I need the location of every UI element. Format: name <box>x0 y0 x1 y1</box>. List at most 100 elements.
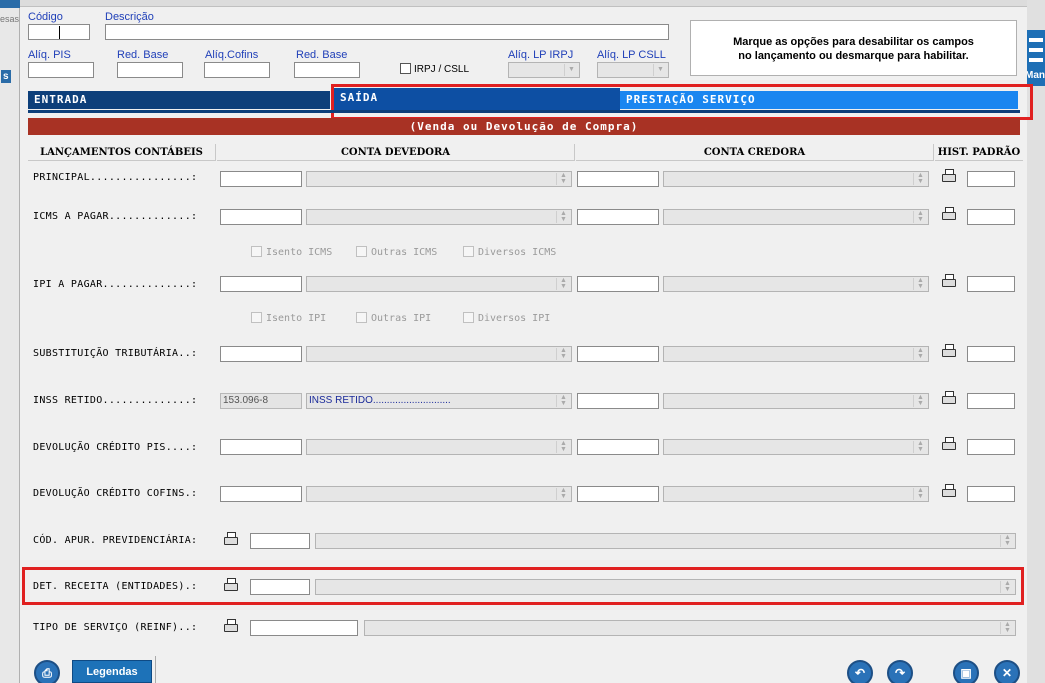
printer-icon[interactable] <box>941 169 957 183</box>
aliq-lp-csll-select[interactable]: ▼ <box>597 62 669 78</box>
spin-icon: ▲ ▼ <box>556 487 570 500</box>
printer-icon[interactable] <box>223 619 239 633</box>
printer-icon[interactable] <box>941 274 957 288</box>
close-button[interactable]: ✕ <box>994 660 1020 683</box>
dev-pis-dev-code[interactable] <box>220 439 302 455</box>
icms-dev-desc[interactable]: ▲ ▼ <box>306 209 572 225</box>
diversos-ipi-checkbox[interactable] <box>463 312 474 323</box>
inss-cred-desc[interactable]: ▲ ▼ <box>663 393 929 409</box>
st-dev-code[interactable] <box>220 346 302 362</box>
close-icon: ✕ <box>1001 666 1013 680</box>
codigo-input[interactable] <box>28 24 90 40</box>
aliq-pis-input[interactable] <box>28 62 94 78</box>
redo-button[interactable]: ↷ <box>887 660 913 683</box>
dev-pis-hist[interactable] <box>967 439 1015 455</box>
spin-icon: ▲ ▼ <box>913 210 927 223</box>
diversos-icms-label: Diversos ICMS <box>478 247 557 258</box>
undo-button[interactable]: ↶ <box>847 660 873 683</box>
tab-entrada[interactable]: ENTRADA <box>28 91 330 109</box>
menu-icon <box>1029 38 1043 62</box>
dev-cofins-cred-desc[interactable]: ▲ ▼ <box>663 486 929 502</box>
spin-icon: ▲ ▼ <box>1000 621 1014 634</box>
dev-pis-cred-code[interactable] <box>577 439 659 455</box>
outras-icms-checkbox[interactable] <box>356 246 367 257</box>
red-base-pis-input[interactable] <box>117 62 183 78</box>
icms-dev-code[interactable] <box>220 209 302 225</box>
st-dev-desc[interactable]: ▲ ▼ <box>306 346 572 362</box>
inss-cred-code[interactable] <box>577 393 659 409</box>
printer-icon[interactable] <box>941 437 957 451</box>
inss-dev-code[interactable]: 153.096-8 <box>220 393 302 409</box>
printer-icon: ⎙ <box>42 666 52 680</box>
isento-ipi-label: Isento IPI <box>266 313 327 324</box>
dev-cofins-cred-code[interactable] <box>577 486 659 502</box>
cod-apur-code[interactable] <box>250 533 310 549</box>
save-icon: ▣ <box>960 666 972 680</box>
inss-hist[interactable] <box>967 393 1015 409</box>
aliq-cofins-input[interactable] <box>204 62 270 78</box>
spin-icon: ▲ ▼ <box>556 347 570 360</box>
dev-cofins-dev-code[interactable] <box>220 486 302 502</box>
left-edge-text: esas <box>0 14 20 24</box>
st-hist[interactable] <box>967 346 1015 362</box>
printer-icon[interactable] <box>223 532 239 546</box>
printer-icon[interactable] <box>941 484 957 498</box>
red-base-cofins-label: Red. Base <box>296 49 348 61</box>
dev-cofins-hist[interactable] <box>967 486 1015 502</box>
tipo-servico-desc[interactable]: ▲ ▼ <box>364 620 1016 636</box>
spin-icon: ▲ ▼ <box>913 347 927 360</box>
aliq-lp-irpj-select[interactable]: ▼ <box>508 62 580 78</box>
descricao-label: Descrição <box>105 11 154 23</box>
descricao-input[interactable] <box>105 24 669 40</box>
save-button[interactable]: ▣ <box>953 660 979 683</box>
chevron-down-icon: ▼ <box>653 64 667 76</box>
isento-icms-checkbox[interactable] <box>251 246 262 257</box>
highlight-det-receita <box>22 567 1024 605</box>
principal-cred-code[interactable] <box>577 171 659 187</box>
spin-icon: ▲ ▼ <box>913 172 927 185</box>
red-base-cofins-input[interactable] <box>294 62 360 78</box>
ipi-hist[interactable] <box>967 276 1015 292</box>
principal-hist[interactable] <box>967 171 1015 187</box>
redo-icon: ↷ <box>894 666 906 680</box>
icms-hist[interactable] <box>967 209 1015 225</box>
st-cred-desc[interactable]: ▲ ▼ <box>663 346 929 362</box>
ipi-dev-desc[interactable]: ▲ ▼ <box>306 276 572 292</box>
st-cred-code[interactable] <box>577 346 659 362</box>
spin-icon: ▲ ▼ <box>556 172 570 185</box>
row-label-inss-retido: INSS RETIDO..............: <box>33 395 198 406</box>
cod-apur-desc[interactable]: ▲ ▼ <box>315 533 1016 549</box>
icms-cred-code[interactable] <box>577 209 659 225</box>
footer-divider <box>155 656 156 683</box>
ipi-cred-desc[interactable]: ▲ ▼ <box>663 276 929 292</box>
printer-icon[interactable] <box>941 391 957 405</box>
info-line-1: Marque as opções para desabilitar os cam… <box>733 36 974 48</box>
ipi-cred-code[interactable] <box>577 276 659 292</box>
principal-dev-desc[interactable]: ▲ ▼ <box>306 171 572 187</box>
codigo-label: Código <box>28 11 63 23</box>
icms-cred-desc[interactable]: ▲ ▼ <box>663 209 929 225</box>
col-conta-devedora: CONTA DEVEDORA <box>217 144 575 161</box>
dev-pis-dev-desc[interactable]: ▲ ▼ <box>306 439 572 455</box>
print-button[interactable]: ⎙ <box>34 660 60 683</box>
inss-dev-desc[interactable]: INSS RETIDO............................ … <box>306 393 572 409</box>
diversos-icms-checkbox[interactable] <box>463 246 474 257</box>
left-edge-blue-text: s <box>1 70 11 83</box>
row-label-dev-cofins: DEVOLUÇÃO CRÉDITO COFINS.: <box>33 488 198 499</box>
principal-dev-code[interactable] <box>220 171 302 187</box>
ipi-dev-code[interactable] <box>220 276 302 292</box>
tipo-servico-code[interactable] <box>250 620 358 636</box>
principal-cred-desc[interactable]: ▲ ▼ <box>663 171 929 187</box>
irpj-csll-checkbox[interactable] <box>400 63 411 74</box>
printer-icon[interactable] <box>941 207 957 221</box>
spin-icon: ▲ ▼ <box>556 277 570 290</box>
printer-icon[interactable] <box>941 344 957 358</box>
isento-ipi-checkbox[interactable] <box>251 312 262 323</box>
outras-ipi-label: Outras IPI <box>371 313 432 324</box>
dev-cofins-dev-desc[interactable]: ▲ ▼ <box>306 486 572 502</box>
outras-ipi-checkbox[interactable] <box>356 312 367 323</box>
spin-icon: ▲ ▼ <box>556 394 570 407</box>
legendas-button[interactable]: Legendas <box>72 660 152 683</box>
dev-pis-cred-desc[interactable]: ▲ ▼ <box>663 439 929 455</box>
undo-icon: ↶ <box>854 666 866 680</box>
